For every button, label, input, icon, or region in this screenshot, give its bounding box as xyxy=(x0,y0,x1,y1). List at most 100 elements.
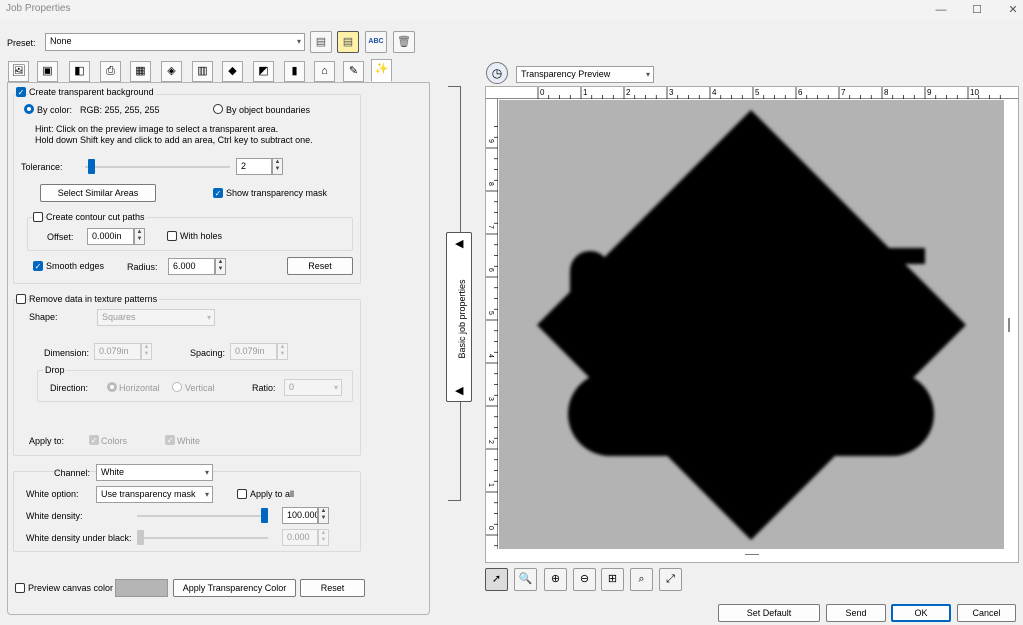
offset-input[interactable]: 0.000in xyxy=(87,228,134,245)
under-black-slider-track[interactable] xyxy=(137,537,268,539)
preset-dropdown[interactable]: None ▾ xyxy=(45,33,305,51)
tab-cut-icon[interactable]: ⌂ xyxy=(314,61,335,82)
tab-marks-icon[interactable]: ◈ xyxy=(161,61,182,82)
stepper-up-icon[interactable]: ▲ xyxy=(319,508,328,515)
apply-colors-checkbox[interactable] xyxy=(89,435,99,445)
by-boundaries-radio[interactable] xyxy=(213,104,223,114)
tab-ink-icon[interactable]: ▮ xyxy=(284,61,305,82)
by-color-radio[interactable] xyxy=(24,104,34,114)
delete-preset-icon[interactable]: 🗑 xyxy=(393,31,415,53)
canvas-color-swatch[interactable] xyxy=(115,579,168,597)
stepper-up-icon[interactable]: ▲ xyxy=(142,344,151,351)
offset-stepper[interactable]: ▲ ▼ xyxy=(134,228,145,245)
tolerance-stepper[interactable]: ▲ ▼ xyxy=(272,158,283,175)
maximize-icon[interactable]: ☐ xyxy=(963,2,991,18)
stepper-up-icon[interactable]: ▲ xyxy=(135,229,144,236)
stepper-down-icon[interactable]: ▼ xyxy=(273,166,282,173)
stepper-down-icon[interactable]: ▼ xyxy=(319,515,328,522)
splitter-bracket-line-bottom xyxy=(460,402,461,500)
select-similar-button[interactable]: Select Similar Areas xyxy=(40,184,156,202)
black-shape xyxy=(537,110,966,540)
white-density-stepper[interactable]: ▲ ▼ xyxy=(318,507,329,524)
tab-edit-icon[interactable]: ✎ xyxy=(343,61,364,82)
tab-image-icon[interactable]: ▣ xyxy=(37,61,58,82)
dimension-input[interactable]: 0.079in xyxy=(94,343,141,360)
zoom-to-fit-icon[interactable]: ⊞ xyxy=(601,568,624,591)
smooth-edges-checkbox[interactable] xyxy=(33,261,43,271)
stepper-down-icon[interactable]: ▼ xyxy=(135,236,144,243)
tolerance-input[interactable]: 2 xyxy=(236,158,272,175)
contour-checkbox[interactable] xyxy=(33,212,43,222)
spacing-input[interactable]: 0.079in xyxy=(230,343,277,360)
bottom-reset-button[interactable]: Reset xyxy=(300,579,365,597)
tab-layout-icon[interactable]: ▦ xyxy=(130,61,151,82)
minimize-icon[interactable]: — xyxy=(927,2,955,18)
apply-white-checkbox[interactable] xyxy=(165,435,175,445)
preview-clock-icon[interactable]: ◷ xyxy=(486,62,508,84)
horizontal-radio[interactable] xyxy=(107,382,117,392)
remove-texture-checkbox[interactable] xyxy=(16,294,26,304)
tab-layers-icon[interactable]: ◆ xyxy=(222,61,243,82)
tab-spot-color-icon[interactable]: ◩ xyxy=(253,61,274,82)
pointer-tool-icon[interactable]: ➚ xyxy=(485,568,508,591)
with-holes-checkbox[interactable] xyxy=(167,231,177,241)
preview-mode-dropdown[interactable]: Transparency Preview ▾ xyxy=(516,66,654,83)
white-density-input[interactable]: 100.000 xyxy=(282,507,318,524)
ratio-dropdown[interactable]: 0 ▾ xyxy=(284,379,342,396)
zoom-region-tool-icon[interactable]: 🔍 xyxy=(514,568,537,591)
shape-dropdown[interactable]: Squares ▾ xyxy=(97,309,215,326)
tab-printer-icon[interactable]: ⎙ xyxy=(100,61,121,82)
white-density-slider-thumb[interactable] xyxy=(261,508,268,523)
tolerance-slider-track[interactable] xyxy=(85,166,230,168)
create-transparent-checkbox[interactable] xyxy=(16,87,26,97)
vertical-scroll-grip[interactable] xyxy=(1008,318,1010,332)
preview-canvas[interactable] xyxy=(499,100,1004,549)
tab-color-icon[interactable]: ◧ xyxy=(69,61,90,82)
ok-button[interactable]: OK xyxy=(891,604,951,622)
save-as-preset-icon[interactable]: ▤ xyxy=(337,31,359,53)
tolerance-slider-thumb[interactable] xyxy=(88,159,95,174)
zoom-out-icon[interactable]: ⊖ xyxy=(573,568,596,591)
stepper-up-icon[interactable]: ▲ xyxy=(216,259,225,266)
stepper-up-icon[interactable]: ▲ xyxy=(319,530,328,537)
collapse-arrow-bottom-icon[interactable]: ◀ xyxy=(455,384,463,397)
rename-preset-icon[interactable]: ABC xyxy=(365,31,387,53)
under-black-label: White density under black: xyxy=(26,533,132,543)
zoom-in-icon[interactable]: ⊕ xyxy=(544,568,567,591)
vertical-radio[interactable] xyxy=(172,382,182,392)
vertical-ruler-ticks: 9 8 7 6 5 4 3 2 1 0 xyxy=(486,126,498,547)
set-default-button[interactable]: Set Default xyxy=(718,604,820,622)
stepper-down-icon[interactable]: ▼ xyxy=(216,266,225,273)
preview-canvas-checkbox[interactable] xyxy=(15,583,25,593)
radius-input[interactable]: 6.000 xyxy=(168,258,215,275)
stepper-down-icon[interactable]: ▼ xyxy=(278,351,287,358)
transparency-reset-button[interactable]: Reset xyxy=(287,257,353,275)
channel-dropdown[interactable]: White ▾ xyxy=(96,464,213,481)
horizontal-scroll-grip[interactable] xyxy=(745,554,759,555)
stepper-up-icon[interactable]: ▲ xyxy=(278,344,287,351)
collapse-arrow-top-icon[interactable]: ◀ xyxy=(455,237,463,250)
stepper-up-icon[interactable]: ▲ xyxy=(273,159,282,166)
stepper-down-icon[interactable]: ▼ xyxy=(142,351,151,358)
white-option-dropdown[interactable]: Use transparency mask ▾ xyxy=(96,486,213,503)
tab-general-icon[interactable]: 🖼 xyxy=(8,61,29,82)
send-button[interactable]: Send xyxy=(826,604,886,622)
stepper-down-icon[interactable]: ▼ xyxy=(319,537,328,544)
radius-stepper[interactable]: ▲ ▼ xyxy=(215,258,226,275)
save-preset-icon[interactable]: ▤ xyxy=(310,31,332,53)
under-black-input[interactable]: 0.000 xyxy=(282,529,318,546)
dimension-stepper[interactable]: ▲ ▼ xyxy=(141,343,152,360)
white-density-slider-track[interactable] xyxy=(137,515,268,517)
zoom-actual-icon[interactable]: ⌕ xyxy=(630,568,653,591)
close-icon[interactable]: ✕ xyxy=(999,2,1023,18)
fullscreen-icon[interactable]: ⤢ xyxy=(659,568,682,591)
tab-transparency-icon[interactable]: ✨ xyxy=(371,59,392,82)
show-mask-checkbox[interactable] xyxy=(213,188,223,198)
under-black-stepper[interactable]: ▲ ▼ xyxy=(318,529,329,546)
apply-to-all-checkbox[interactable] xyxy=(237,489,247,499)
under-black-slider-thumb[interactable] xyxy=(137,530,144,545)
cancel-button[interactable]: Cancel xyxy=(957,604,1016,622)
tab-profile-icon[interactable]: ▥ xyxy=(192,61,213,82)
apply-transparency-color-button[interactable]: Apply Transparency Color xyxy=(173,579,296,597)
spacing-stepper[interactable]: ▲ ▼ xyxy=(277,343,288,360)
